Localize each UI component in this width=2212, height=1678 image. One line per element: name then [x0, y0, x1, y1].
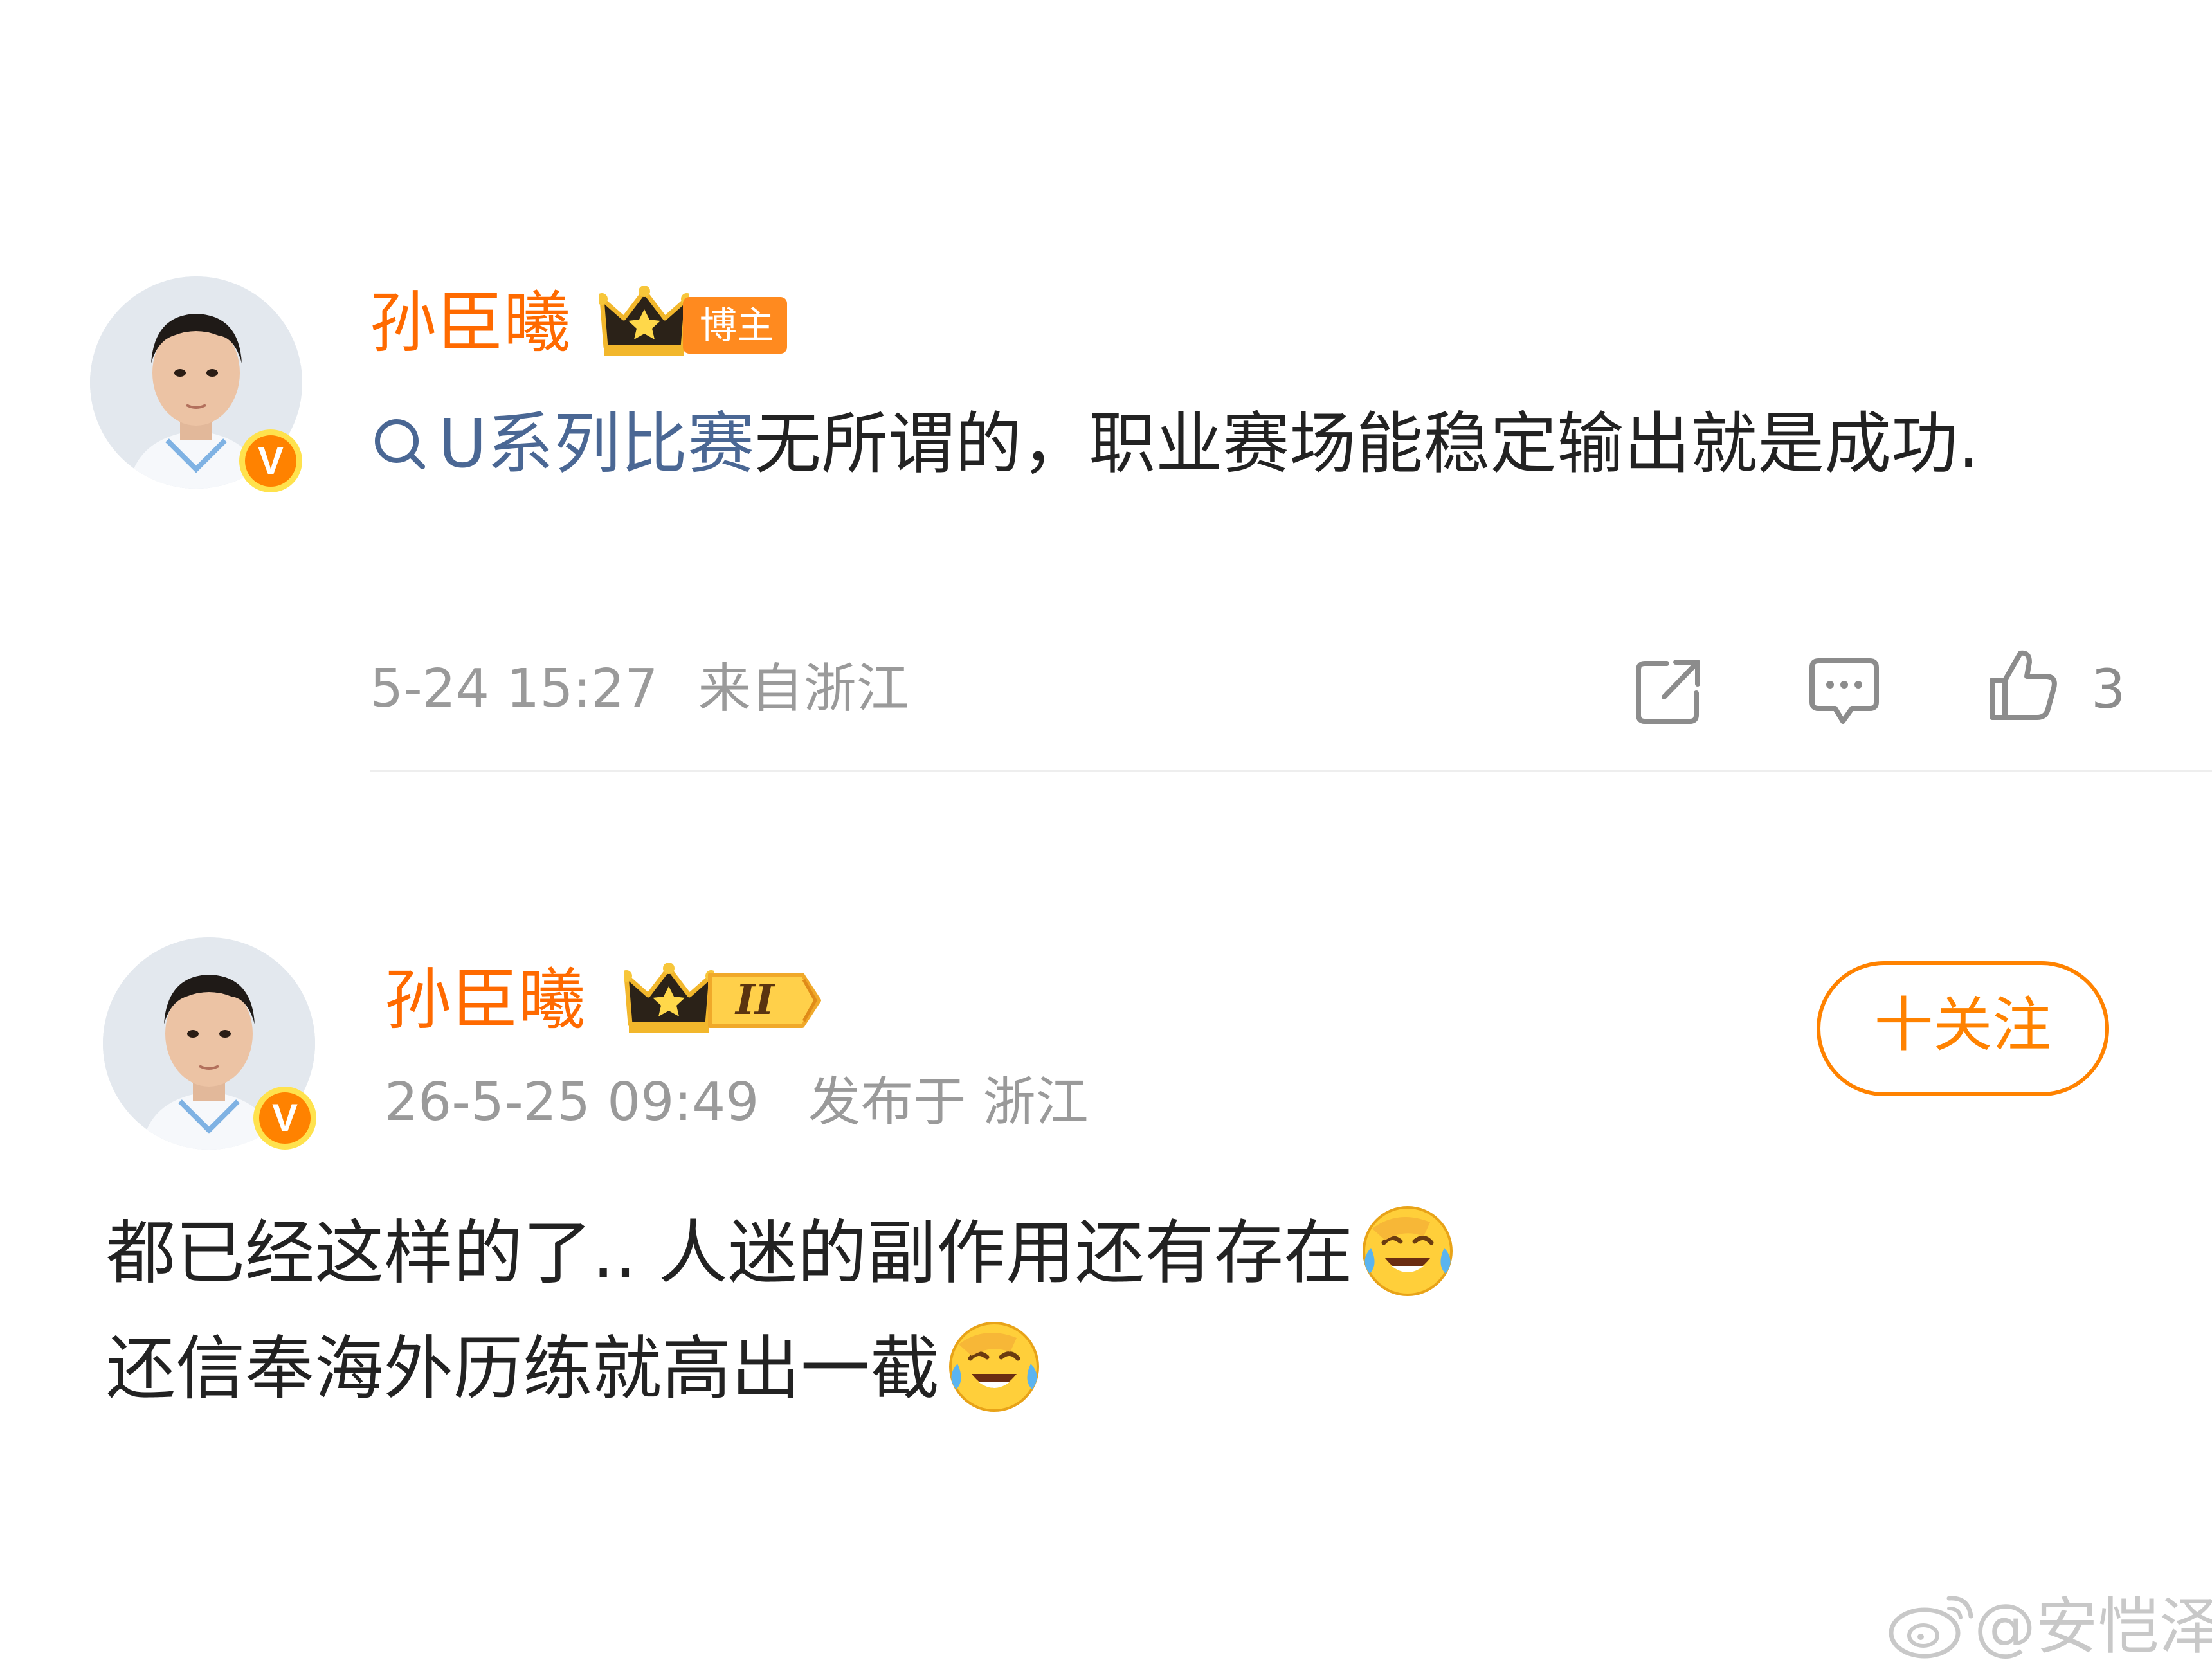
comment-body: 无所谓的，职业赛场能稳定输出就是成功. — [754, 404, 1980, 483]
topic-link[interactable]: U系列比赛 — [370, 404, 754, 483]
post-text: 都已经这样的了.. 人迷的副作用还有存在 — [106, 1213, 1353, 1294]
share-icon[interactable] — [1633, 656, 1704, 726]
post-text: 还信奉海外历练就高出一截 — [106, 1329, 940, 1409]
post-text-line-2: 还信奉海外历练就高出一截 — [106, 1312, 1042, 1427]
search-icon — [375, 419, 425, 469]
like-count: 3 — [2091, 658, 2126, 721]
divider — [370, 770, 2212, 772]
watermark: @安恺泽 — [1974, 1591, 2212, 1663]
post-location: 发布于 浙江 — [808, 1072, 1089, 1133]
weibo-logo-icon — [1887, 1589, 1977, 1664]
username[interactable]: 孙臣曦 — [370, 284, 570, 361]
crown-icon — [599, 286, 689, 358]
verified-v-icon: V — [239, 429, 302, 492]
follow-button[interactable]: 十关注 — [1817, 961, 2109, 1096]
comment-text: U系列比赛无所谓的，职业赛场能稳定输出就是成功. — [370, 386, 2212, 501]
comment-time: 5-24 15:27 — [370, 658, 658, 719]
post-time: 26-5-25 09:49 — [385, 1072, 759, 1133]
crown-icon — [624, 963, 714, 1035]
laughing-crying-emoji — [1363, 1206, 1453, 1297]
post-meta: 26-5-25 09:49 发布于 浙江 — [385, 1070, 1089, 1135]
post-text-line-1: 都已经这样的了.. 人迷的副作用还有存在 — [106, 1196, 1456, 1312]
topic-text[interactable]: U系列比赛 — [438, 404, 754, 483]
level-label: II — [736, 976, 774, 1024]
comment-icon[interactable] — [1807, 654, 1881, 729]
blogger-badge: 博主 — [683, 297, 788, 354]
comment-location: 来自浙江 — [698, 658, 909, 719]
level-badge: II — [707, 971, 823, 1033]
like-icon[interactable] — [1987, 648, 2059, 723]
username[interactable]: 孙臣曦 — [385, 961, 585, 1038]
verified-v-icon: V — [253, 1087, 316, 1150]
laughing-crying-emoji — [949, 1322, 1040, 1412]
comment-meta: 5-24 15:27 来自浙江 — [370, 657, 909, 721]
